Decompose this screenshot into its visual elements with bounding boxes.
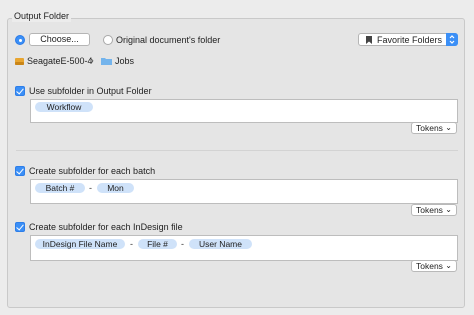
drive-icon <box>15 58 24 65</box>
bookmark-icon <box>366 36 372 44</box>
token-workflow[interactable]: Workflow <box>35 102 93 112</box>
chevron-updown-icon <box>449 35 455 44</box>
chevron-down-icon: ⌄ <box>445 123 452 132</box>
token-separator: - <box>181 239 184 249</box>
chevron-down-icon: ⌄ <box>445 205 452 214</box>
tokens-dropdown-2[interactable]: Tokens ⌄ <box>411 204 457 216</box>
path-drive[interactable]: SeagateE-500-4 <box>27 55 93 67</box>
tokens-dropdown-3[interactable]: Tokens ⌄ <box>411 260 457 272</box>
chevron-down-icon: ⌄ <box>445 261 452 270</box>
section-divider <box>16 150 458 151</box>
token-separator: - <box>89 183 92 193</box>
token-separator: - <box>130 239 133 249</box>
use-subfolder-checkbox[interactable] <box>15 86 25 96</box>
subfolder-indesign-label[interactable]: Create subfolder for each InDesign file <box>29 221 183 233</box>
tokens-dropdown-1[interactable]: Tokens ⌄ <box>411 122 457 134</box>
choose-radio[interactable] <box>15 35 25 45</box>
tokens-label: Tokens <box>416 123 443 133</box>
subfolder-batch-checkbox[interactable] <box>15 166 25 176</box>
folder-icon <box>101 58 112 65</box>
output-folder-title: Output Folder <box>12 10 72 22</box>
token-month[interactable]: Mon <box>97 183 134 193</box>
path-chevron-icon: › <box>91 56 94 65</box>
choose-button[interactable]: Choose... <box>29 33 90 46</box>
use-subfolder-label[interactable]: Use subfolder in Output Folder <box>29 85 152 97</box>
subfolder-indesign-field[interactable]: InDesign File Name - File # - User Name <box>30 235 458 261</box>
token-batch-number[interactable]: Batch # <box>35 183 85 193</box>
favorite-folders-label: Favorite Folders <box>377 35 443 45</box>
favorite-folders-button[interactable]: Favorite Folders <box>358 33 458 46</box>
original-folder-label[interactable]: Original document's folder <box>116 34 220 46</box>
tokens-label: Tokens <box>416 261 443 271</box>
favorite-folders-dropdown[interactable] <box>446 33 458 46</box>
path-folder[interactable]: Jobs <box>115 55 134 67</box>
original-folder-radio[interactable] <box>103 35 113 45</box>
tokens-label: Tokens <box>416 205 443 215</box>
subfolder-batch-label[interactable]: Create subfolder for each batch <box>29 165 155 177</box>
token-file-number[interactable]: File # <box>138 239 177 249</box>
token-user-name[interactable]: User Name <box>189 239 252 249</box>
subfolder-indesign-checkbox[interactable] <box>15 222 25 232</box>
subfolder-output-field[interactable]: Workflow <box>30 99 458 123</box>
subfolder-batch-field[interactable]: Batch # - Mon <box>30 179 458 204</box>
token-indesign-file-name[interactable]: InDesign File Name <box>35 239 125 249</box>
